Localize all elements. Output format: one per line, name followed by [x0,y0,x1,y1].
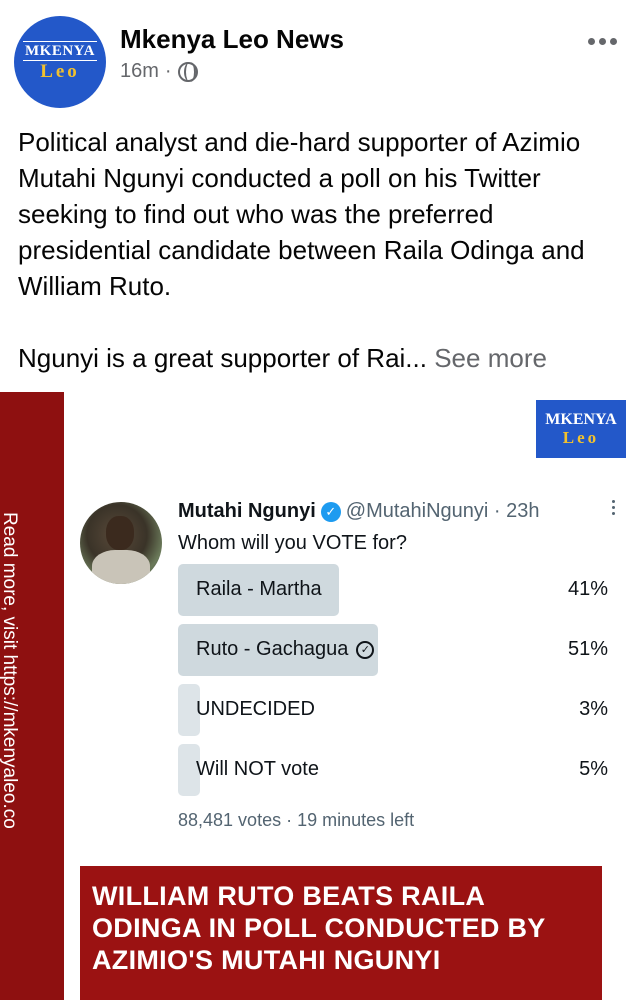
tweet-author-name: Mutahi Ngunyi [178,500,316,522]
tweet-more-icon [612,500,615,515]
brand-logo: MKENYA Leo [536,400,626,458]
side-banner-text: Read more, visit https://mkenyaleo.co [0,512,20,829]
side-banner: Read more, visit https://mkenyaleo.co [0,392,64,1000]
poll-option-percent: 51% [567,638,608,660]
poll-option-percent: 3% [579,698,608,720]
post-meta: 16m · [120,60,198,83]
brand-logo-line2: Leo [562,428,600,447]
see-more-link[interactable]: See more [434,343,547,373]
check-circle-icon: ✓ [356,640,375,659]
poll-option-text: UNDECIDED [196,698,315,720]
poll-option: Will NOT vote 5% [178,744,614,796]
post-header: MKENYA Leo Mkenya Leo News 16m · [0,0,637,112]
post-paragraph-1: Political analyst and die-hard supporter… [18,127,585,301]
poll-option: UNDECIDED 3% [178,684,614,736]
poll-option: Raila - Martha 41% [178,564,614,616]
headline-banner: WILLIAM RUTO BEATS RAILA ODINGA IN POLL … [80,866,602,1000]
more-icon[interactable] [588,38,617,45]
page-avatar[interactable]: MKENYA Leo [14,16,106,108]
poll-footer: 88,481 votes · 19 minutes left [178,810,415,830]
verified-icon: ✓ [320,501,341,522]
poll-option-label: Will NOT vote [196,758,319,781]
post-paragraph-2: Ngunyi is a great supporter of Rai... Se… [18,340,628,376]
page-name[interactable]: Mkenya Leo News [120,24,344,55]
poll-option-percent: 5% [579,758,608,780]
avatar-logo-line2: Leo [40,61,80,82]
meta-separator: · [164,60,172,82]
tweet-question: Whom will you VOTE for? [178,532,407,554]
post-time[interactable]: 16m [120,60,159,83]
avatar-logo-line1: MKENYA [23,41,97,61]
poll-option-text: Raila - Martha [196,578,322,600]
poll-option-text: Will NOT vote [196,758,319,780]
brand-logo-line1: MKENYA [545,411,617,428]
poll-option: Ruto - Gachagua ✓ 51% [178,624,614,676]
globe-icon [177,61,198,82]
poll-option-percent: 41% [567,578,608,600]
headline-text: WILLIAM RUTO BEATS RAILA ODINGA IN POLL … [92,881,546,975]
poll-option-label: Raila - Martha [196,578,322,601]
tweet-handle: @MutahiNgunyi · 23h [345,500,540,522]
post-paragraph-2-text: Ngunyi is a great supporter of Rai... [18,343,427,373]
poll-option-label: Ruto - Gachagua ✓ [196,638,375,661]
poll-option-label: UNDECIDED [196,698,315,721]
tweet-author: Mutahi Ngunyi ✓ @MutahiNgunyi · 23h [178,500,540,523]
poll-option-text: Ruto - Gachagua [196,638,349,660]
post-text: Political analyst and die-hard supporter… [18,124,628,412]
post-image[interactable]: Read more, visit https://mkenyaleo.co MK… [0,392,637,1000]
tweet-avatar [80,502,162,584]
